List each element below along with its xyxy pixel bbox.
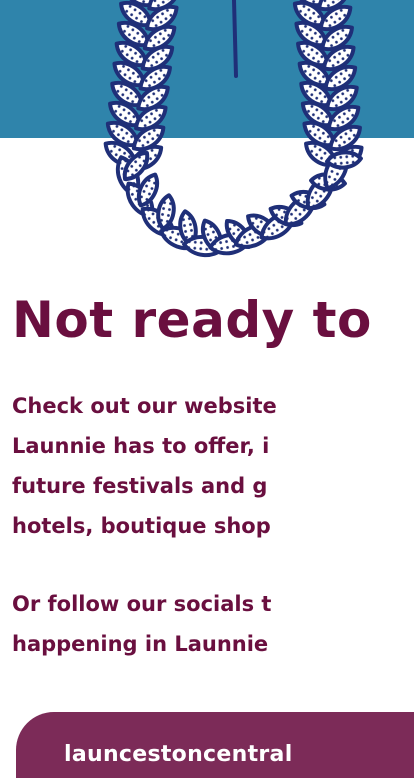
intro-line-3: future festivals and g <box>12 474 268 498</box>
socials-line-1: Or follow our socials t <box>12 592 272 616</box>
lei-garland-icon <box>103 0 364 257</box>
intro-line-2: Launnie has to offer, i <box>12 434 270 458</box>
website-link-button[interactable]: launcestoncentral <box>16 712 414 778</box>
page-title: Not ready to <box>12 291 372 349</box>
website-link-label: launcestoncentral <box>64 742 293 767</box>
socials-line-2: happening in Launnie <box>12 632 269 656</box>
intro-line-1: Check out our website <box>12 394 277 418</box>
intro-paragraph: Check out our website Launnie has to off… <box>12 386 414 546</box>
page: Not ready to Check out our website Launn… <box>0 0 414 778</box>
intro-line-4: hotels, boutique shop <box>12 514 271 538</box>
socials-paragraph: Or follow our socials t happening in Lau… <box>12 584 414 664</box>
